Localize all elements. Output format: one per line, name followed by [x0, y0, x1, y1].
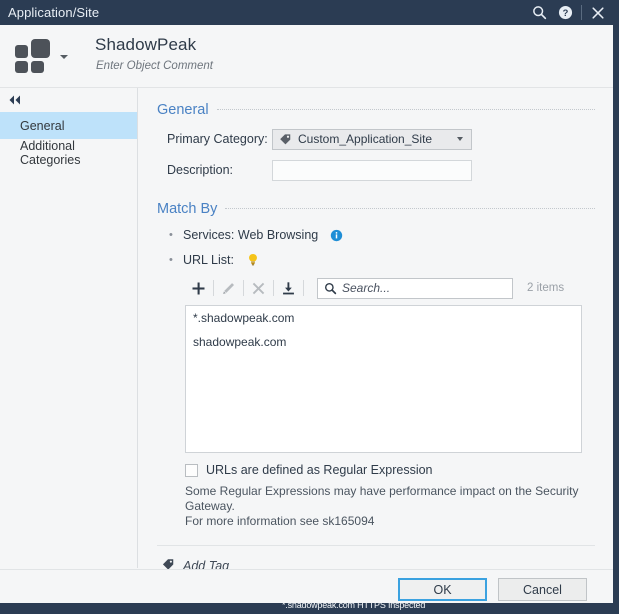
regex-note-line-1: Some Regular Expressions may have perfor… [185, 484, 579, 513]
object-header: ShadowPeak Enter Object Comment [0, 25, 613, 88]
sidebar-nav-list: General Additional Categories [0, 112, 137, 167]
cancel-button[interactable]: Cancel [498, 578, 587, 601]
primary-category-row: Primary Category: Custom_Application_Sit… [167, 128, 613, 150]
tags-divider [157, 545, 595, 546]
tag-icon [278, 132, 292, 146]
object-name: ShadowPeak [95, 35, 197, 54]
close-icon[interactable] [585, 0, 611, 25]
toolbar-separator [303, 280, 304, 296]
main-panel: General Primary Category: Custom_Applica… [139, 88, 613, 573]
bullet-dot: • [169, 253, 173, 266]
regex-note: Some Regular Expressions may have perfor… [185, 484, 585, 529]
toolbar-separator [213, 280, 214, 296]
titlebar-buttons: ? [526, 0, 619, 25]
list-item[interactable]: *.shadowpeak.com [186, 306, 581, 330]
url-list-box[interactable]: *.shadowpeak.com shadowpeak.com [185, 305, 582, 453]
general-section-title: General [157, 102, 209, 118]
sidebar: General Additional Categories [0, 88, 138, 568]
pencil-icon [215, 277, 242, 299]
help-icon[interactable]: ? [552, 0, 578, 25]
object-comment-placeholder[interactable]: Enter Object Comment [96, 60, 213, 72]
dialog-footer: OK Cancel [0, 569, 613, 603]
titlebar-title: Application/Site [8, 5, 100, 20]
url-search-box[interactable] [317, 277, 513, 299]
sidebar-item-general[interactable]: General [0, 112, 137, 139]
application-tiles-icon [15, 39, 53, 73]
sidebar-item-label: General [20, 118, 65, 133]
url-list-row: • URL List: [169, 251, 613, 269]
chevron-down-icon [457, 137, 463, 141]
svg-text:?: ? [562, 8, 568, 18]
background-status-text: *.shadowpeak.com HTTPS Inspected [282, 603, 426, 610]
dialog-body: ShadowPeak Enter Object Comment General … [0, 25, 619, 603]
chevron-down-icon[interactable] [60, 55, 68, 59]
items-count-label: 2 items [527, 282, 565, 294]
regex-checkbox[interactable] [185, 463, 198, 477]
primary-category-select[interactable]: Custom_Application_Site [272, 128, 472, 150]
url-list-toolbar: 2 items [185, 276, 613, 300]
plus-icon[interactable] [185, 277, 212, 299]
search-input[interactable] [342, 281, 512, 295]
toolbar-separator [273, 280, 274, 296]
toolbar-separator [243, 280, 244, 296]
description-input[interactable] [272, 159, 472, 181]
primary-category-label: Primary Category: [167, 132, 268, 146]
application-site-dialog-window: Application/Site ? ShadowPeak Enter Obje… [0, 0, 619, 614]
close-x-icon [245, 277, 272, 299]
regex-note-line-2: For more information see sk165094 [185, 514, 375, 528]
primary-category-value: Custom_Application_Site [298, 132, 433, 146]
titlebar-separator [581, 5, 582, 20]
lightbulb-icon[interactable] [246, 253, 260, 267]
description-label: Description: [167, 163, 233, 177]
match-by-section-header: Match By [157, 201, 595, 217]
section-divider [216, 108, 595, 110]
bullet-dot: • [169, 228, 173, 241]
description-row: Description: [167, 159, 613, 181]
list-item[interactable]: shadowpeak.com [186, 330, 581, 354]
url-list-label: URL List: [183, 253, 234, 267]
search-icon[interactable] [526, 0, 552, 25]
titlebar: Application/Site ? [0, 0, 619, 25]
search-icon [324, 282, 337, 295]
match-by-section-title: Match By [157, 201, 218, 217]
section-divider [225, 207, 595, 209]
background-status-strip: *.shadowpeak.com HTTPS Inspected [0, 603, 619, 614]
services-row: • Services: Web Browsing [169, 226, 613, 244]
info-icon[interactable] [330, 229, 343, 242]
regex-checkbox-row: URLs are defined as Regular Expression [185, 461, 613, 479]
collapse-left-icon[interactable] [6, 93, 24, 107]
import-download-icon[interactable] [275, 277, 302, 299]
ok-button[interactable]: OK [398, 578, 487, 601]
general-section-header: General [157, 102, 595, 118]
services-label: Services: Web Browsing [183, 228, 319, 242]
sidebar-item-additional-categories[interactable]: Additional Categories [0, 138, 137, 167]
regex-checkbox-label: URLs are defined as Regular Expression [206, 463, 433, 477]
sidebar-item-label: Additional Categories [20, 138, 81, 167]
